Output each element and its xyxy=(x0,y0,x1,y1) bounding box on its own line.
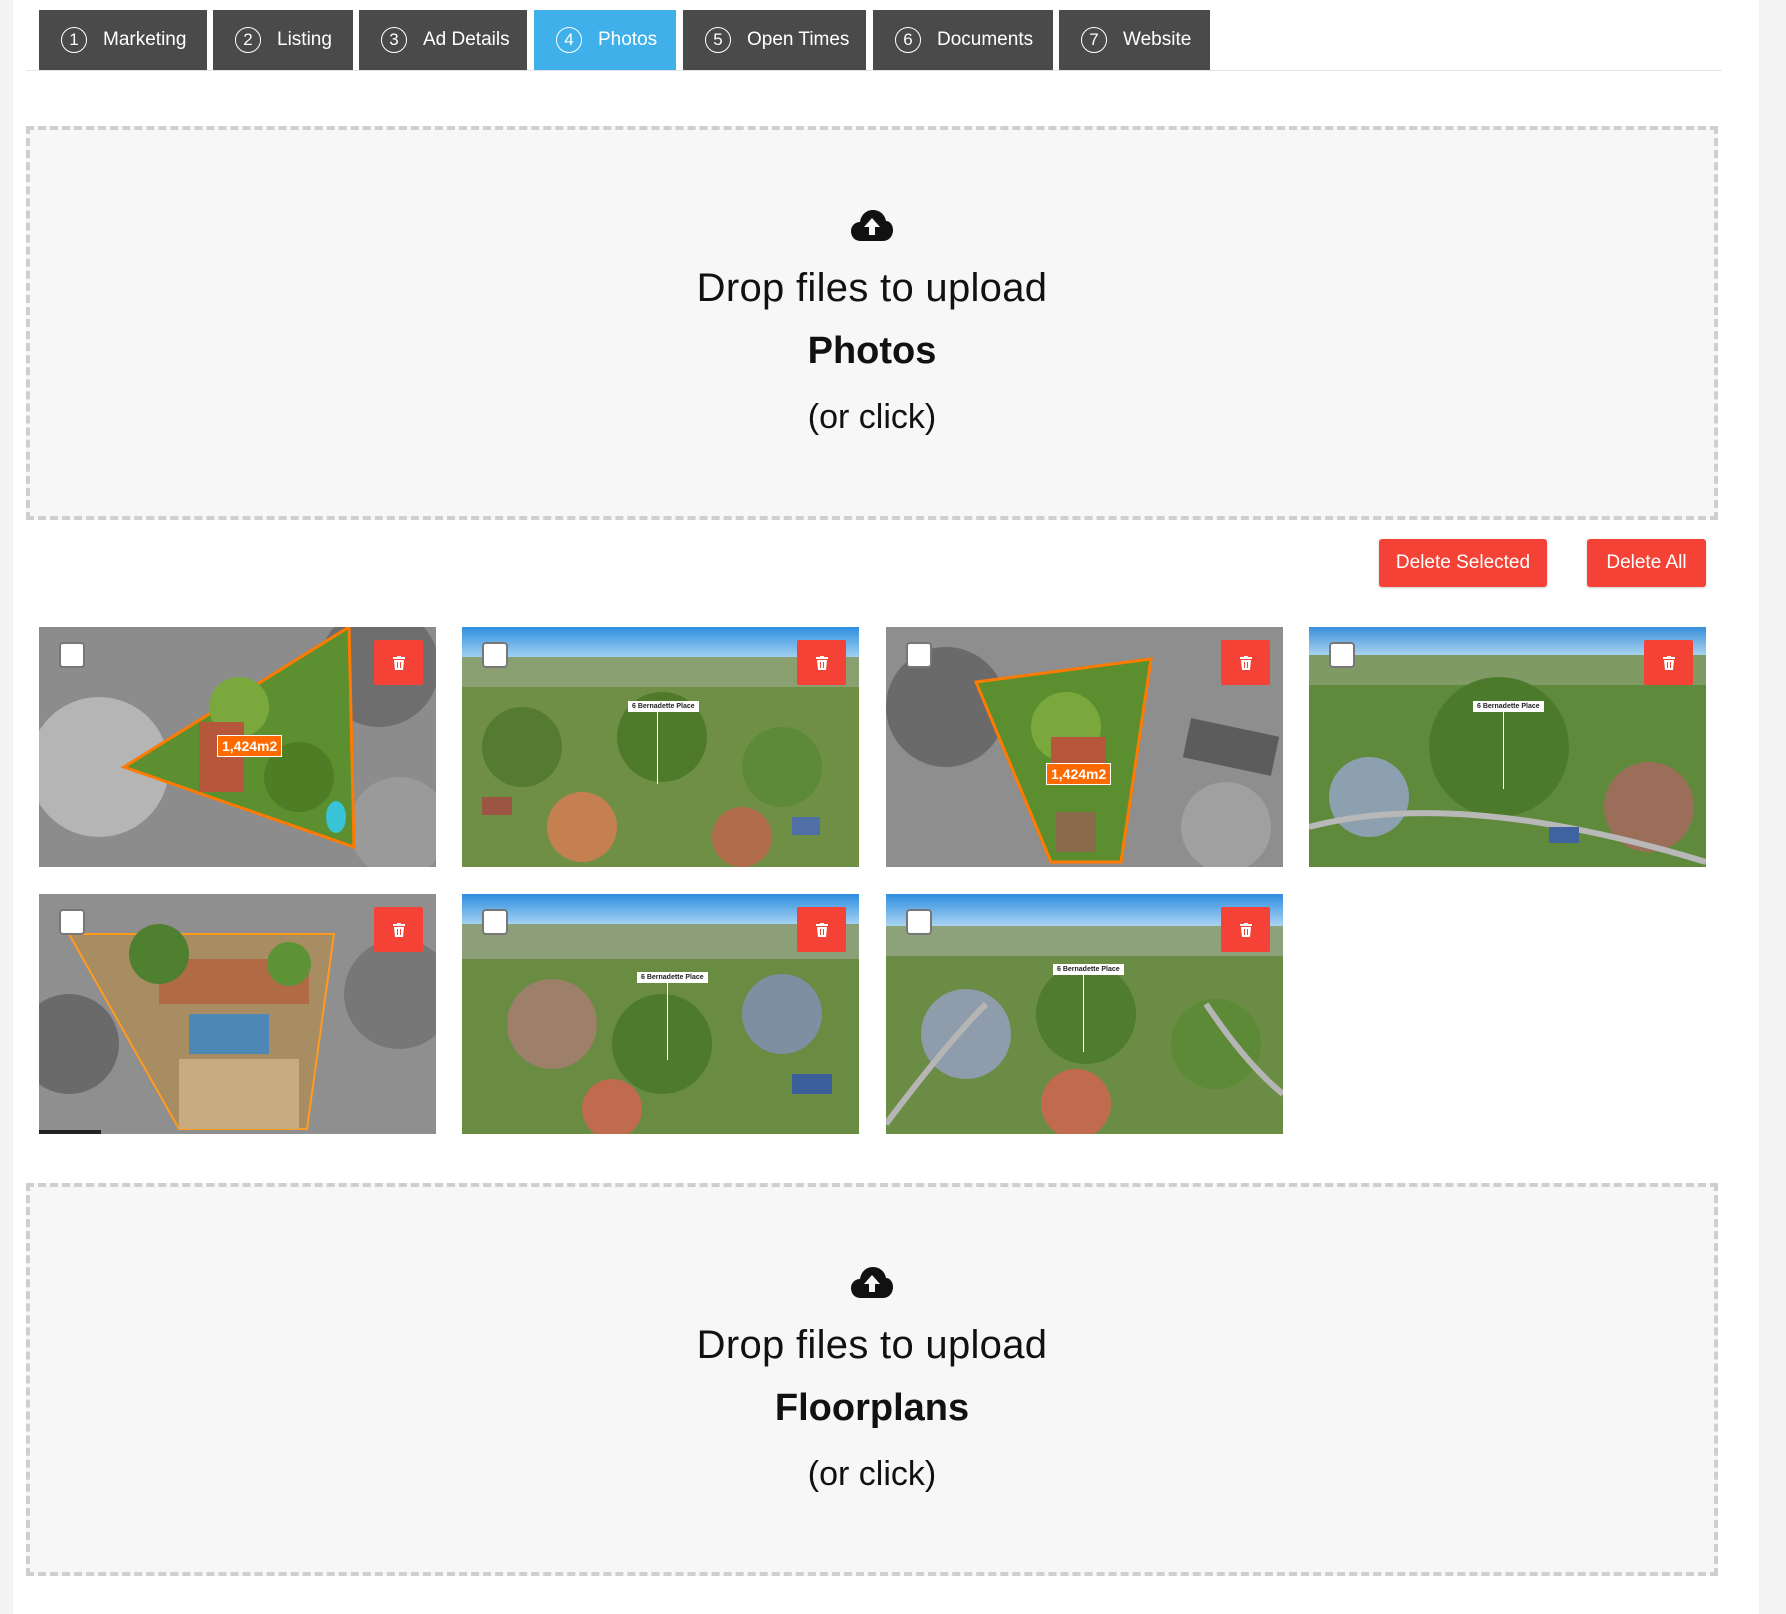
photo-select-checkbox[interactable] xyxy=(482,642,508,668)
photo-select-checkbox[interactable] xyxy=(906,909,932,935)
progress-bar xyxy=(39,1130,101,1134)
dropzone-instruction: Drop files to upload xyxy=(696,1323,1048,1367)
photo-thumbnail[interactable]: 1,424m2 xyxy=(39,627,436,867)
tab-website[interactable]: 7 Website xyxy=(1059,10,1210,70)
delete-photo-button[interactable] xyxy=(374,640,423,685)
trash-icon xyxy=(815,655,828,670)
tab-open-times[interactable]: 5 Open Times xyxy=(683,10,866,70)
cloud-upload-icon xyxy=(851,1267,893,1298)
trash-icon xyxy=(1239,655,1252,670)
tab-label: Ad Details xyxy=(423,29,510,50)
tab-ad-details[interactable]: 3 Ad Details xyxy=(359,10,527,70)
delete-photo-button[interactable] xyxy=(1221,640,1270,685)
map-pin-line xyxy=(1503,709,1504,789)
area-tag: 1,424m2 xyxy=(1046,763,1112,785)
delete-all-button[interactable]: Delete All xyxy=(1587,539,1706,587)
delete-photo-button[interactable] xyxy=(797,907,846,952)
dropzone-hint: (or click) xyxy=(807,1455,937,1493)
address-label: 6 Bernadette Place xyxy=(1053,964,1124,975)
delete-photo-button[interactable] xyxy=(374,907,423,952)
photo-thumbnail[interactable]: 1,424m2 xyxy=(886,627,1283,867)
tab-listing[interactable]: 2 Listing xyxy=(213,10,353,70)
photo-select-checkbox[interactable] xyxy=(1329,642,1355,668)
tab-number: 5 xyxy=(705,27,731,53)
dropzone-hint: (or click) xyxy=(807,398,937,436)
photo-select-checkbox[interactable] xyxy=(482,909,508,935)
trash-icon xyxy=(1662,655,1675,670)
photo-select-checkbox[interactable] xyxy=(906,642,932,668)
dropzone-title: Photos xyxy=(807,330,937,372)
delete-photo-button[interactable] xyxy=(1644,640,1693,685)
delete-photo-button[interactable] xyxy=(797,640,846,685)
tab-marketing[interactable]: 1 Marketing xyxy=(39,10,207,70)
trash-icon xyxy=(1239,922,1252,937)
photo-thumbnail[interactable]: 6 Bernadette Place xyxy=(462,627,859,867)
trash-icon xyxy=(392,655,405,670)
cloud-upload-icon xyxy=(851,210,893,241)
dropzone-title: Floorplans xyxy=(774,1387,970,1429)
photo-select-checkbox[interactable] xyxy=(59,909,85,935)
tab-label: Documents xyxy=(937,29,1034,50)
tab-label: Open Times xyxy=(747,29,850,50)
tab-label: Marketing xyxy=(103,29,187,50)
tab-label: Website xyxy=(1123,29,1192,50)
address-label: 6 Bernadette Place xyxy=(1473,701,1544,712)
tab-number: 3 xyxy=(381,27,407,53)
tab-label: Photos xyxy=(598,29,658,50)
trash-icon xyxy=(815,922,828,937)
address-label: 6 Bernadette Place xyxy=(637,972,708,983)
tab-number: 7 xyxy=(1081,27,1107,53)
photos-dropzone[interactable]: Drop files to upload Photos (or click) xyxy=(26,126,1718,520)
map-pin-line xyxy=(657,709,658,784)
map-pin-line xyxy=(1083,972,1084,1052)
tab-label: Listing xyxy=(277,29,332,50)
photo-thumbnail[interactable] xyxy=(39,894,436,1134)
dropzone-instruction: Drop files to upload xyxy=(696,266,1048,310)
floorplans-dropzone[interactable]: Drop files to upload Floorplans (or clic… xyxy=(26,1183,1718,1576)
tab-number: 4 xyxy=(556,27,582,53)
map-pin-line xyxy=(667,980,668,1060)
photo-thumbnail[interactable]: 6 Bernadette Place xyxy=(886,894,1283,1134)
delete-photo-button[interactable] xyxy=(1221,907,1270,952)
address-label: 6 Bernadette Place xyxy=(628,701,699,712)
tab-number: 1 xyxy=(61,27,87,53)
step-tabs: 1 Marketing 2 Listing 3 Ad Details 4 Pho… xyxy=(26,10,1722,71)
delete-selected-button[interactable]: Delete Selected xyxy=(1379,539,1547,587)
tab-photos[interactable]: 4 Photos xyxy=(534,10,676,70)
tab-number: 6 xyxy=(895,27,921,53)
tab-documents[interactable]: 6 Documents xyxy=(873,10,1053,70)
photo-select-checkbox[interactable] xyxy=(59,642,85,668)
photo-thumbnail[interactable]: 6 Bernadette Place xyxy=(1309,627,1706,867)
photo-thumbnail[interactable]: 6 Bernadette Place xyxy=(462,894,859,1134)
trash-icon xyxy=(392,922,405,937)
tab-number: 2 xyxy=(235,27,261,53)
area-tag: 1,424m2 xyxy=(217,735,283,757)
